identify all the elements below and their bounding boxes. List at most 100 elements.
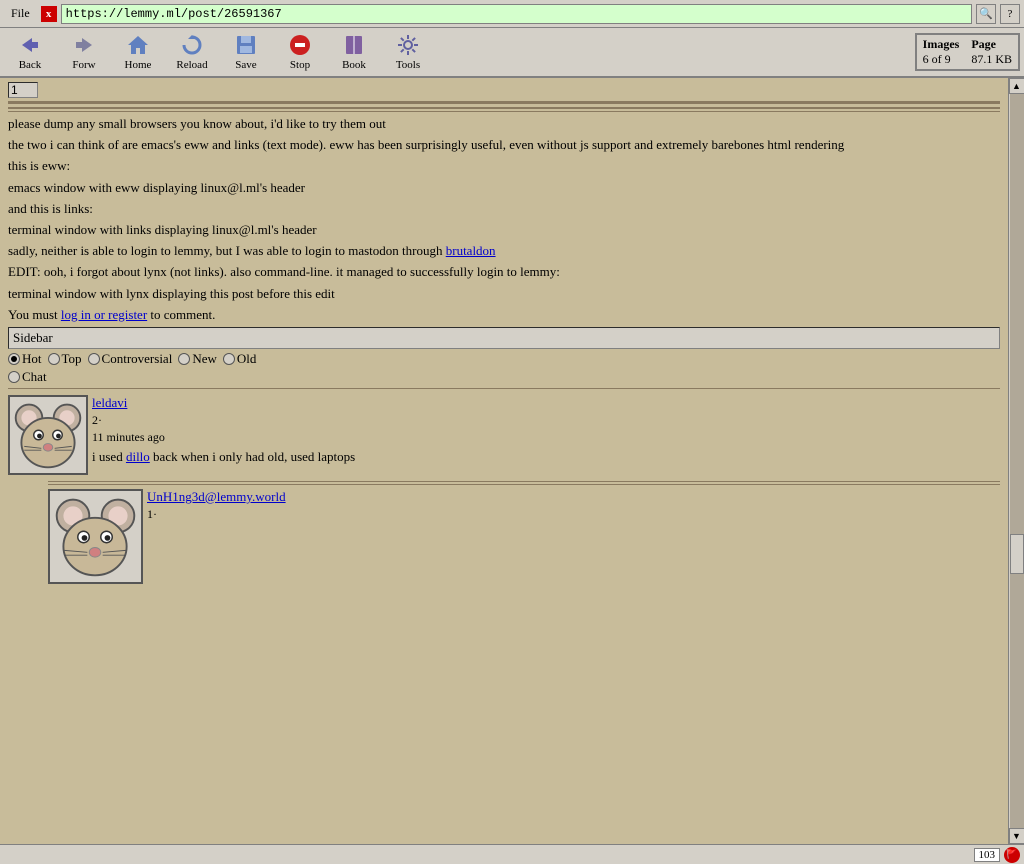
comment-1: leldavi 2· 11 minutes ago i used dillo b… bbox=[8, 393, 1000, 477]
home-icon bbox=[126, 33, 150, 57]
comment-1-text: i used dillo back when i only had old, u… bbox=[92, 448, 1000, 466]
scroll-thumb[interactable] bbox=[1010, 534, 1024, 574]
dillo-link[interactable]: dillo bbox=[126, 449, 150, 464]
toolbar: Back Forw Home Reload Save Stop bbox=[0, 28, 1024, 78]
sort-old-label: Old bbox=[237, 351, 257, 367]
para-4: emacs window with eww displaying linux@l… bbox=[8, 179, 1000, 197]
page-label: Page bbox=[971, 37, 1012, 52]
sort-chat-item[interactable]: Chat bbox=[8, 369, 47, 385]
comment-2: UnH1ng3d@lemmy.world 1· bbox=[48, 484, 1000, 584]
images-label: Images bbox=[923, 37, 960, 52]
radio-hot[interactable] bbox=[8, 353, 20, 365]
radio-controversial[interactable] bbox=[88, 353, 100, 365]
login-post: to comment. bbox=[147, 307, 215, 322]
radio-new[interactable] bbox=[178, 353, 190, 365]
sort-hot-label: Hot bbox=[22, 351, 42, 367]
radio-chat[interactable] bbox=[8, 371, 20, 383]
divider-1 bbox=[8, 101, 1000, 104]
reload-button[interactable]: Reload bbox=[166, 30, 218, 74]
comment-1-body: leldavi 2· 11 minutes ago i used dillo b… bbox=[92, 395, 1000, 469]
file-menu[interactable]: File bbox=[4, 3, 37, 24]
scroll-down-button[interactable]: ▼ bbox=[1009, 828, 1024, 844]
status-flag: 🚩 bbox=[1006, 849, 1017, 860]
close-button[interactable]: x bbox=[41, 6, 57, 22]
back-icon bbox=[18, 33, 42, 57]
para-3: this is eww: bbox=[8, 157, 1000, 175]
divider-3 bbox=[8, 111, 1000, 112]
sort-new-item[interactable]: New bbox=[178, 351, 217, 367]
para-7: sadly, neither is able to login to lemmy… bbox=[8, 242, 1000, 260]
tools-button[interactable]: Tools bbox=[382, 30, 434, 74]
url-bar[interactable] bbox=[61, 4, 972, 24]
sort-chat-label: Chat bbox=[22, 369, 47, 385]
login-line: You must log in or register to comment. bbox=[8, 306, 1000, 324]
sort-top-item[interactable]: Top bbox=[48, 351, 82, 367]
book-icon bbox=[342, 33, 366, 57]
help-button[interactable]: ? bbox=[1000, 4, 1020, 24]
number-row bbox=[8, 82, 1000, 98]
comment-1-text-pre: i used bbox=[92, 449, 126, 464]
para-9: terminal window with lynx displaying thi… bbox=[8, 285, 1000, 303]
tools-icon bbox=[396, 33, 420, 57]
home-label: Home bbox=[125, 59, 152, 71]
tools-label: Tools bbox=[396, 59, 420, 71]
sort-old-item[interactable]: Old bbox=[223, 351, 257, 367]
sort-controversial-item[interactable]: Controversial bbox=[88, 351, 173, 367]
para-1: please dump any small browsers you know … bbox=[8, 115, 1000, 133]
radio-old[interactable] bbox=[223, 353, 235, 365]
sort-options: Hot Top Controversial New Old bbox=[8, 351, 1000, 367]
radio-top[interactable] bbox=[48, 353, 60, 365]
login-link[interactable]: log in or register bbox=[61, 307, 147, 322]
page-value: 87.1 KB bbox=[971, 52, 1012, 67]
save-icon bbox=[234, 33, 258, 57]
brutaldon-link[interactable]: brutaldon bbox=[446, 243, 496, 258]
scroll-track[interactable] bbox=[1010, 94, 1024, 828]
status-icon: 🚩 bbox=[1004, 847, 1020, 863]
sidebar-box: Sidebar bbox=[8, 327, 1000, 349]
content-area[interactable]: please dump any small browsers you know … bbox=[0, 78, 1008, 844]
sidebar-label: Sidebar bbox=[13, 330, 53, 345]
comment-1-meta: 2· bbox=[92, 413, 1000, 428]
para-8: EDIT: ooh, i forgot about lynx (not link… bbox=[8, 263, 1000, 281]
stop-button[interactable]: Stop bbox=[274, 30, 326, 74]
forward-label: Forw bbox=[72, 59, 95, 71]
comment-1-username[interactable]: leldavi bbox=[92, 395, 127, 410]
back-label: Back bbox=[19, 59, 42, 71]
comment-2-divider bbox=[48, 481, 1000, 482]
search-button[interactable]: 🔍 bbox=[976, 4, 996, 24]
stop-icon bbox=[288, 33, 312, 57]
sort-controversial-label: Controversial bbox=[102, 351, 173, 367]
save-button[interactable]: Save bbox=[220, 30, 272, 74]
divider-2 bbox=[8, 107, 1000, 109]
main-area: please dump any small browsers you know … bbox=[0, 78, 1024, 844]
para-7-pre: sadly, neither is able to login to lemmy… bbox=[8, 243, 446, 258]
para-5: and this is links: bbox=[8, 200, 1000, 218]
info-box: Images 6 of 9 Page 87.1 KB bbox=[915, 33, 1020, 71]
forward-button[interactable]: Forw bbox=[58, 30, 110, 74]
comment-divider bbox=[8, 388, 1000, 389]
comment-2-score-val: 1· bbox=[147, 507, 157, 521]
sort-chat-row: Chat bbox=[8, 369, 1000, 385]
comment-2-username[interactable]: UnH1ng3d@lemmy.world bbox=[147, 489, 286, 504]
title-bar: File x 🔍 ? bbox=[0, 0, 1024, 28]
images-value: 6 of 9 bbox=[923, 52, 960, 67]
comment-2-body: UnH1ng3d@lemmy.world 1· bbox=[147, 489, 1000, 524]
sort-new-label: New bbox=[192, 351, 217, 367]
comment-1-text-post: back when i only had old, used laptops bbox=[150, 449, 355, 464]
book-label: Book bbox=[342, 59, 366, 71]
comment-2-avatar bbox=[48, 489, 143, 584]
para-2: the two i can think of are emacs's eww a… bbox=[8, 136, 1000, 154]
scroll-up-button[interactable]: ▲ bbox=[1009, 78, 1024, 94]
reload-label: Reload bbox=[176, 59, 207, 71]
comment-1-score: 2· bbox=[92, 413, 102, 427]
sort-hot-item[interactable]: Hot bbox=[8, 351, 42, 367]
back-button[interactable]: Back bbox=[4, 30, 56, 74]
page-number-input[interactable] bbox=[8, 82, 38, 98]
book-button[interactable]: Book bbox=[328, 30, 380, 74]
status-bar: 103 🚩 bbox=[0, 844, 1024, 864]
save-label: Save bbox=[235, 59, 256, 71]
stop-label: Stop bbox=[290, 59, 310, 71]
home-button[interactable]: Home bbox=[112, 30, 164, 74]
scrollbar: ▲ ▼ bbox=[1008, 78, 1024, 844]
reload-icon bbox=[180, 33, 204, 57]
